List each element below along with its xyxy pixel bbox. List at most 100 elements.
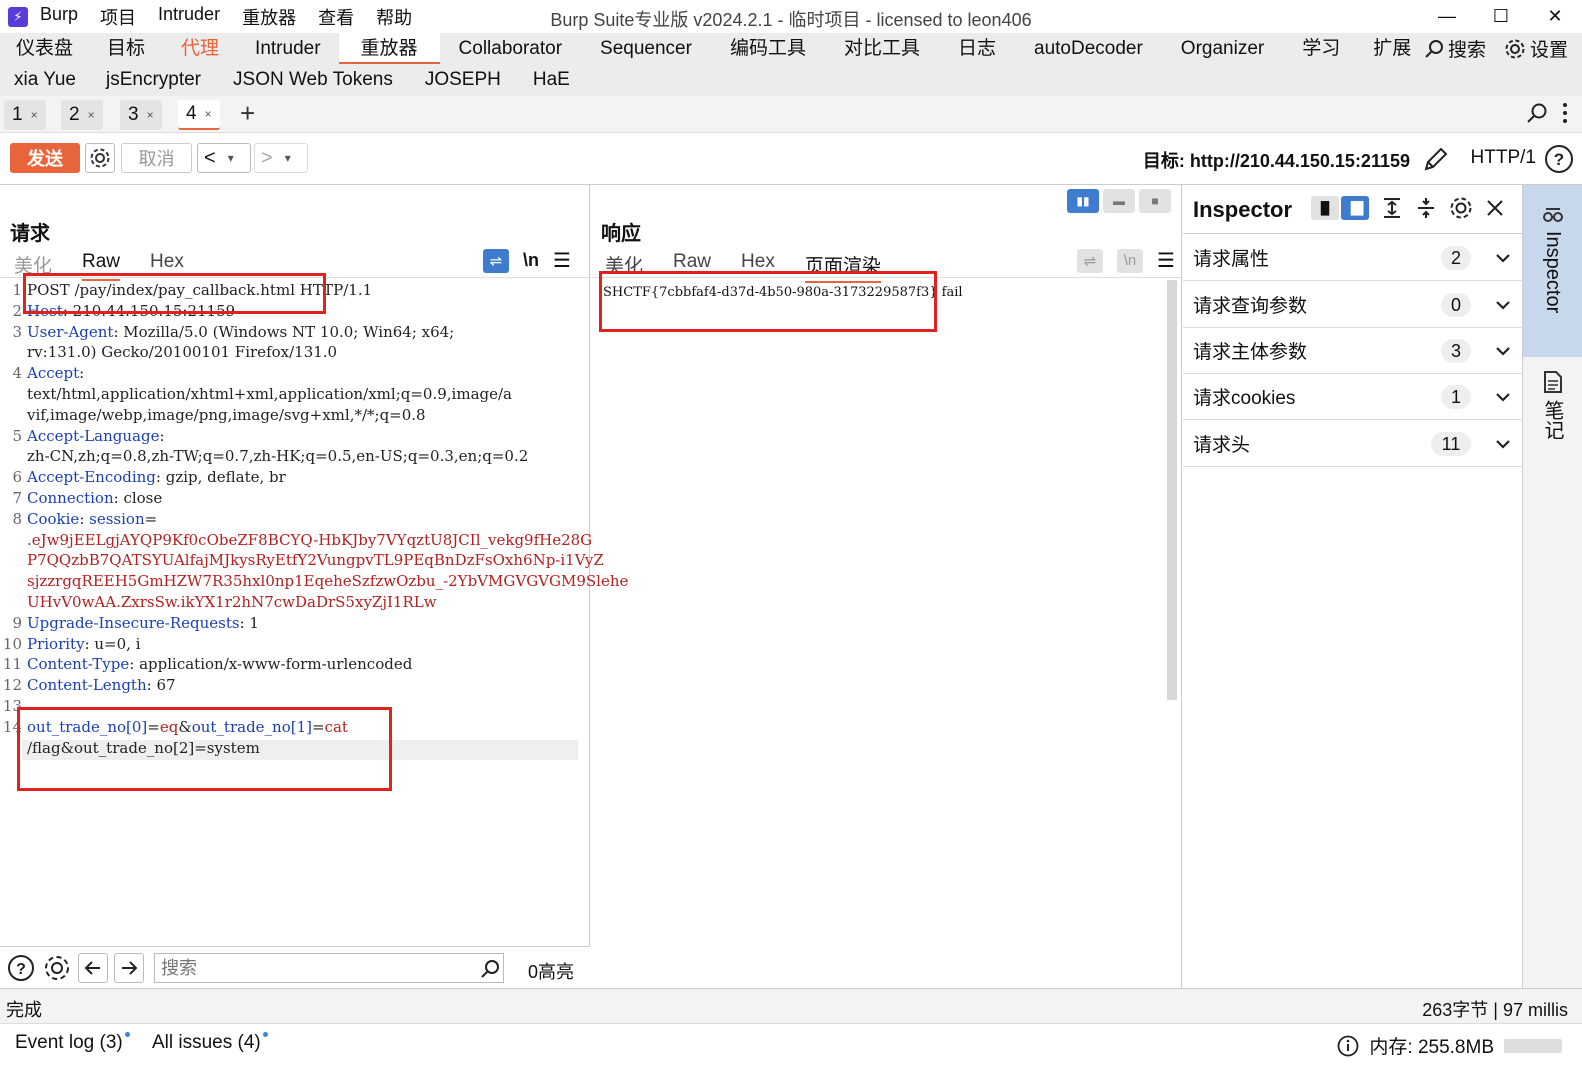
more-options-icon[interactable] (1562, 102, 1568, 124)
add-tab-icon[interactable]: + (240, 98, 255, 129)
tab-organizer[interactable]: Organizer (1162, 33, 1283, 64)
close-tab-icon[interactable]: × (205, 107, 212, 121)
layout-tabs-icon[interactable]: ■ (1139, 189, 1171, 213)
menu-repeater[interactable]: 重放器 (242, 4, 296, 30)
event-log-link[interactable]: Event log (3) (15, 1032, 130, 1054)
gear-icon[interactable] (42, 953, 72, 983)
memory-label: 内存: 255.8MB (1369, 1037, 1494, 1058)
tab-target[interactable]: 目标 (89, 33, 163, 64)
pencil-icon[interactable] (1420, 145, 1450, 175)
tab-dashboard[interactable]: 仪表盘 (0, 33, 89, 64)
settings-label: 设置 (1529, 40, 1568, 61)
tab-pretty[interactable]: 美化 (605, 251, 643, 283)
menu-view[interactable]: 查看 (318, 4, 354, 30)
menu-help[interactable]: 帮助 (376, 4, 412, 30)
wrap-lines-icon[interactable]: ⇌ (483, 248, 509, 273)
close-tab-icon[interactable]: × (147, 108, 154, 122)
tab-logger[interactable]: 日志 (939, 33, 1015, 64)
maximize-button[interactable]: ☐ (1474, 0, 1528, 33)
search-input[interactable] (154, 953, 504, 983)
tab-jsencrypter[interactable]: jsEncrypter (90, 64, 217, 95)
tab-decoder[interactable]: 编码工具 (711, 33, 825, 64)
menu-project[interactable]: 项目 (100, 4, 136, 30)
nav-settings[interactable]: 设置 (1504, 35, 1568, 62)
chevron-down-icon[interactable] (1495, 300, 1511, 310)
tab-json-web-tokens[interactable]: JSON Web Tokens (217, 64, 409, 95)
close-window-button[interactable]: ✕ (1528, 0, 1582, 33)
menu-icon[interactable]: ☰ (553, 248, 571, 273)
tab-intruder[interactable]: Intruder (237, 33, 338, 64)
tab-autodecoder[interactable]: autoDecoder (1015, 33, 1162, 64)
code-token: = (147, 717, 160, 736)
repeater-tab-3[interactable]: 3 × (120, 100, 162, 130)
expand-all-icon[interactable] (1381, 197, 1403, 219)
side-tab-notes[interactable]: 笔记 (1523, 370, 1582, 460)
info-icon[interactable] (1337, 1035, 1359, 1057)
chevron-down-icon[interactable] (1495, 439, 1511, 449)
request-settings-button[interactable] (85, 143, 115, 173)
request-title: 请求 (10, 223, 50, 245)
inspector-row-headers[interactable]: 请求头 11 (1183, 421, 1523, 467)
chevron-down-icon[interactable] (1495, 346, 1511, 356)
tab-sequencer[interactable]: Sequencer (581, 33, 711, 64)
repeater-tab-2[interactable]: 2 × (61, 100, 103, 130)
gear-icon[interactable] (1449, 196, 1473, 220)
chevron-down-icon[interactable] (1495, 392, 1511, 402)
tab-proxy[interactable]: 代理 (163, 33, 237, 64)
newline-toggle[interactable]: \n (523, 250, 539, 271)
repeater-tab-4[interactable]: 4 × (178, 100, 220, 130)
help-icon[interactable]: ? (1544, 144, 1574, 174)
row-count: 2 (1441, 245, 1471, 270)
tab-collaborator[interactable]: Collaborator (440, 33, 582, 64)
layout-icon-active[interactable]: ▐█ (1341, 196, 1369, 220)
tab-comparer[interactable]: 对比工具 (825, 33, 939, 64)
scrollbar[interactable] (1167, 280, 1177, 700)
next-match-button[interactable] (114, 953, 144, 983)
dropdown-icon[interactable]: ▾ (228, 151, 234, 165)
tab-xia-yue[interactable]: xia Yue (0, 64, 90, 95)
code-line: Accept-Encoding: gzip, deflate, br (27, 467, 582, 488)
inspector-row-body-params[interactable]: 请求主体参数 3 (1183, 328, 1523, 374)
tab-learn[interactable]: 学习 (1283, 33, 1359, 64)
tab-joseph[interactable]: JOSEPH (409, 64, 517, 95)
dropdown-icon[interactable]: ▾ (285, 151, 291, 165)
tab-raw[interactable]: Raw (673, 251, 711, 283)
layout-side-by-side-icon[interactable]: ▮▮ (1067, 189, 1099, 213)
window-controls: — ☐ ✕ (1420, 0, 1582, 33)
tab-hae[interactable]: HaE (517, 64, 586, 95)
search-icon[interactable] (480, 959, 500, 979)
send-button[interactable]: 发送 (10, 143, 80, 173)
all-issues-link[interactable]: All issues (4) (152, 1032, 268, 1054)
tab-render[interactable]: 页面渲染 (804, 251, 881, 283)
nav-search[interactable]: 搜索 (1424, 35, 1486, 62)
side-panel-tabs: Inspector 笔记 (1523, 185, 1582, 988)
side-tab-inspector[interactable]: Inspector (1523, 185, 1582, 357)
close-tab-icon[interactable]: × (88, 108, 95, 122)
previous-match-button[interactable] (78, 953, 108, 983)
cancel-button[interactable]: 取消 (121, 143, 192, 173)
tab-repeater[interactable]: 重放器 (338, 33, 440, 64)
http-version[interactable]: HTTP/1 (1471, 147, 1536, 169)
collapse-all-icon[interactable] (1415, 197, 1437, 219)
tab-extensions[interactable]: 扩展 (1359, 33, 1425, 64)
back-history-button[interactable]: < ▾ (197, 143, 251, 173)
menu-burp[interactable]: Burp (40, 4, 78, 30)
chevron-down-icon[interactable] (1495, 253, 1511, 263)
minimize-button[interactable]: — (1420, 0, 1474, 33)
code-token: cat (324, 717, 348, 736)
close-tab-icon[interactable]: × (31, 108, 38, 122)
inspector-row-request-attributes[interactable]: 请求属性 2 (1183, 235, 1523, 281)
inspector-row-cookies[interactable]: 请求cookies 1 (1183, 374, 1523, 420)
inspector-row-query-params[interactable]: 请求查询参数 0 (1183, 282, 1523, 328)
repeater-tabs: 1 × 2 × 3 × 4 × + (0, 96, 1582, 133)
layout-icon[interactable]: ▐▌ (1311, 196, 1339, 220)
help-icon[interactable]: ? (6, 953, 36, 983)
tab-hex[interactable]: Hex (741, 251, 775, 283)
repeater-tab-1[interactable]: 1 × (4, 100, 46, 130)
search-tabs-icon[interactable] (1526, 102, 1548, 124)
close-icon[interactable] (1485, 198, 1505, 218)
layout-stacked-icon[interactable]: ▬ (1103, 189, 1135, 213)
menu-intruder[interactable]: Intruder (158, 4, 220, 30)
menu-icon[interactable]: ☰ (1157, 248, 1175, 273)
forward-history-button[interactable]: > ▾ (254, 143, 308, 173)
